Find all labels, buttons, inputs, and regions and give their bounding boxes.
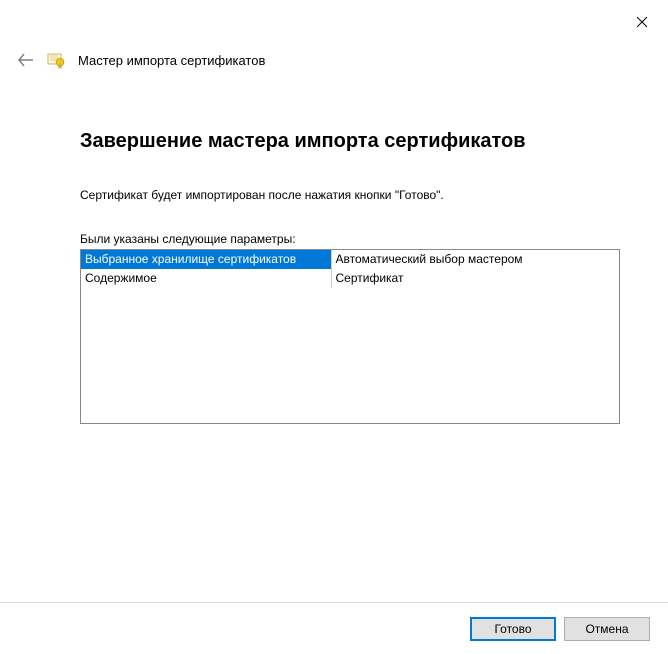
params-listbox[interactable]: Выбранное хранилище сертификатовАвтомати… xyxy=(80,249,620,424)
wizard-title: Мастер импорта сертификатов xyxy=(78,53,265,68)
param-name-cell: Выбранное хранилище сертификатов xyxy=(81,250,331,269)
dialog-footer: Готово Отмена xyxy=(0,602,668,654)
content-area: Завершение мастера импорта сертификатов … xyxy=(80,130,620,424)
params-label: Были указаны следующие параметры: xyxy=(80,232,620,246)
params-table: Выбранное хранилище сертификатовАвтомати… xyxy=(81,250,619,288)
param-value-cell: Сертификат xyxy=(331,269,619,288)
finish-button[interactable]: Готово xyxy=(470,617,556,641)
params-row[interactable]: СодержимоеСертификат xyxy=(81,269,619,288)
finish-button-label: Готово xyxy=(494,622,531,636)
page-heading: Завершение мастера импорта сертификатов xyxy=(80,130,620,153)
param-value-cell: Автоматический выбор мастером xyxy=(331,250,619,269)
back-button[interactable] xyxy=(18,52,34,68)
param-name-cell: Содержимое xyxy=(81,269,331,288)
cancel-button[interactable]: Отмена xyxy=(564,617,650,641)
close-button[interactable] xyxy=(634,14,650,30)
cancel-button-label: Отмена xyxy=(585,622,628,636)
params-row[interactable]: Выбранное хранилище сертификатовАвтомати… xyxy=(81,250,619,269)
certificate-wizard-icon xyxy=(46,50,66,70)
back-arrow-icon xyxy=(18,53,34,67)
wizard-header: Мастер импорта сертификатов xyxy=(18,50,265,70)
close-icon xyxy=(636,16,648,28)
description-text: Сертификат будет импортирован после нажа… xyxy=(80,188,620,202)
